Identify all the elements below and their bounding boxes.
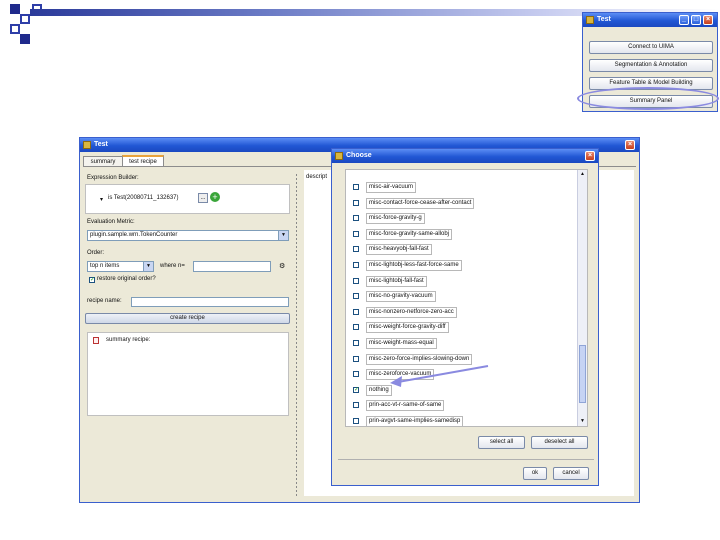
item-checkbox[interactable] (353, 355, 359, 362)
cancel-button[interactable]: cancel (553, 467, 589, 480)
item-checkbox[interactable] (353, 199, 359, 206)
minimize-icon[interactable]: _ (679, 15, 689, 25)
evaluation-metric-label: Evaluation Metric: (87, 219, 135, 225)
chevron-down-icon[interactable]: ▼ (143, 262, 153, 271)
expression-builder-label: Expression Builder: (87, 175, 139, 181)
tab-summary-label: summary (90, 159, 116, 165)
scroll-down-icon[interactable]: ▼ (578, 417, 587, 426)
tab-test-recipe-label: test recipe (129, 159, 157, 165)
list-item[interactable]: misc-nonzero-netforce-zero-acc (366, 306, 457, 318)
expression-value[interactable]: is Test(20080711_132637) (108, 195, 179, 201)
item-checkbox[interactable] (353, 215, 359, 222)
launcher-titlebar: Test _ □ × (583, 13, 717, 27)
summary-recipe-box: summary recipe: (87, 332, 289, 416)
list-item[interactable]: misc-weight-mass-equal (366, 338, 437, 349)
slide-decor-square (10, 4, 20, 14)
description-header: descript (306, 174, 328, 180)
list-item[interactable]: misc-force-gravity-same-allobj (366, 228, 453, 240)
list-item[interactable]: prin-avgvt-same-implies-samedisp (366, 416, 464, 427)
list-item[interactable]: misc-lightobj-less-fast-force-same (366, 260, 462, 271)
create-recipe-button[interactable]: create recipe (85, 313, 290, 324)
segmentation-annotation-button[interactable]: Segmentation & Annotation (589, 59, 713, 72)
item-checkbox[interactable] (353, 308, 359, 315)
list-item[interactable]: misc-lightobj-fall-fast (366, 275, 427, 287)
recipe-name-label: recipe name: (87, 298, 122, 304)
order-value: top n items (90, 263, 120, 269)
chevron-down-icon[interactable]: ▼ (278, 231, 288, 240)
item-checkbox[interactable] (353, 184, 359, 190)
slide-decor-square (20, 14, 30, 24)
connect-uima-button[interactable]: Connect to UIMA (589, 41, 713, 54)
choose-dialog: Choose × misc-air-vacuum misc-contact-for… (331, 148, 599, 486)
list-item[interactable]: misc-heavyobj-fall-fast (366, 244, 432, 256)
slide-decor-square (20, 34, 30, 44)
deselect-all-button[interactable]: deselect all (531, 436, 588, 449)
list-scrollbar[interactable]: ▲ ▼ (577, 170, 587, 426)
app-icon (83, 141, 91, 149)
expression-tree: ▾ is Test(20080711_132637) ... + (85, 184, 290, 214)
item-checkbox[interactable] (353, 230, 359, 237)
recipe-icon (93, 337, 99, 344)
item-checkbox[interactable]: ✓ (353, 386, 359, 393)
list-item[interactable]: misc-force-gravity-g (366, 213, 425, 225)
close-icon[interactable]: × (625, 140, 635, 150)
scroll-thumb[interactable] (579, 345, 586, 403)
tab-test-recipe[interactable]: test recipe (122, 155, 164, 166)
info-icon[interactable]: ⚙ (279, 262, 285, 270)
item-checkbox[interactable] (353, 262, 359, 268)
order-select[interactable]: top n items ▼ (87, 261, 154, 272)
summary-recipe-label: summary recipe: (106, 337, 151, 343)
evaluation-metric-select[interactable]: plugin.sample.wrn.TokenCounter ▼ (87, 230, 289, 241)
recipe-left-panel: Expression Builder: ▾ is Test(20080711_1… (85, 168, 290, 498)
item-checkbox[interactable] (353, 418, 359, 424)
recipe-name-input[interactable] (131, 297, 289, 307)
where-n-label: where n= (160, 263, 185, 269)
restore-order-label: restore original order? (97, 276, 156, 282)
choose-titlebar: Choose × (332, 149, 598, 163)
dialog-separator (338, 459, 594, 460)
add-plus-icon[interactable]: + (210, 192, 220, 202)
where-n-input[interactable] (193, 261, 271, 272)
item-checkbox[interactable] (353, 277, 359, 284)
item-checkbox[interactable] (353, 246, 359, 253)
list-item[interactable]: prin-acc-vt-r-same-of-same (366, 400, 445, 412)
slide-decor-square (10, 24, 20, 34)
test-window-title: Test (94, 141, 108, 148)
panel-splitter[interactable] (296, 174, 297, 496)
scroll-up-icon[interactable]: ▲ (578, 170, 587, 179)
list-item[interactable]: misc-weight-force-gravity-diff (366, 322, 449, 334)
maximize-icon[interactable]: □ (691, 15, 701, 25)
choose-title: Choose (346, 152, 372, 159)
launcher-title: Test (597, 16, 611, 23)
select-all-button[interactable]: select all (478, 436, 525, 449)
item-checkbox[interactable] (353, 340, 359, 346)
close-icon[interactable]: × (585, 151, 595, 161)
app-icon (335, 152, 343, 160)
summary-panel-highlight-ellipse (577, 87, 719, 110)
item-checkbox[interactable] (353, 371, 359, 378)
order-label: Order: (87, 250, 105, 256)
tree-expand-icon[interactable]: ▾ (100, 196, 103, 203)
annotation-arrow (390, 365, 489, 387)
item-checkbox[interactable] (353, 324, 359, 331)
list-item[interactable]: misc-air-vacuum (366, 182, 417, 193)
list-item[interactable]: misc-contact-force-cease-after-contact (366, 197, 475, 209)
evaluation-metric-value: plugin.sample.wrn.TokenCounter (90, 232, 178, 238)
restore-order-checkbox[interactable]: ✓ (89, 277, 95, 283)
item-checkbox[interactable] (353, 402, 359, 409)
app-icon (586, 16, 594, 24)
list-item[interactable]: misc-no-gravity-vacuum (366, 291, 436, 303)
close-icon[interactable]: × (703, 15, 713, 25)
item-checkbox[interactable] (353, 293, 359, 300)
expression-more-button[interactable]: ... (198, 193, 208, 203)
ok-button[interactable]: ok (523, 467, 547, 480)
